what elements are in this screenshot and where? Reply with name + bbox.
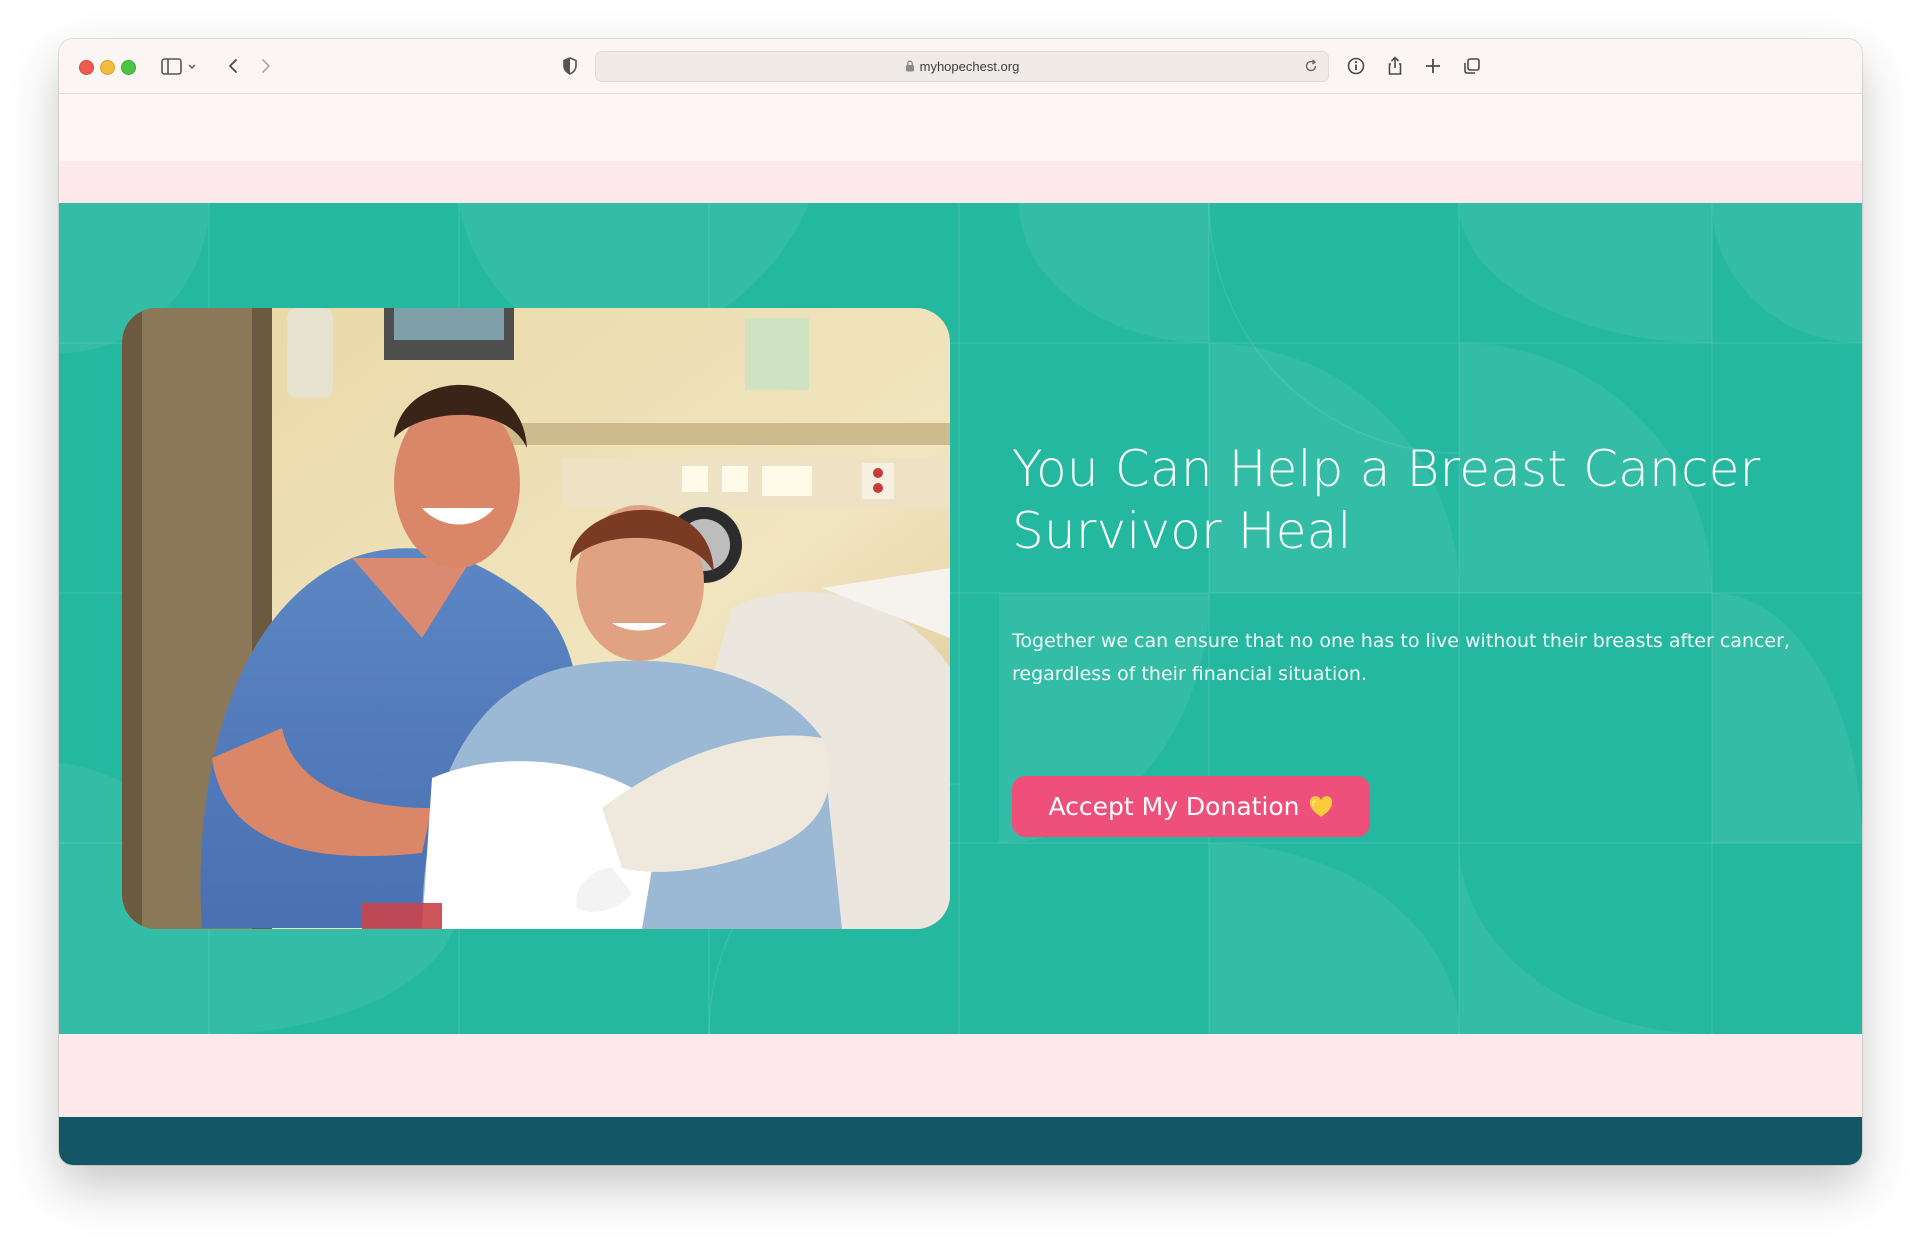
browser-window: myhopechest.org You Can Help a Breast Ca… (59, 39, 1862, 1165)
accept-donation-button[interactable]: Accept My Donation (1012, 776, 1370, 837)
browser-toolbar: myhopechest.org (59, 39, 1862, 94)
hero-photo (122, 308, 950, 929)
zoom-window-button[interactable] (121, 60, 136, 75)
header-area (59, 94, 1862, 161)
accept-donation-label: Accept My Donation (1048, 792, 1300, 821)
lock-icon (905, 60, 914, 72)
close-window-button[interactable] (79, 60, 94, 75)
chevron-right-icon[interactable] (253, 53, 279, 79)
info-icon[interactable] (1343, 53, 1369, 79)
tabs-icon[interactable] (1459, 53, 1485, 79)
plus-icon[interactable] (1420, 53, 1446, 79)
hero-description: Together we can ensure that no one has t… (1012, 630, 1790, 685)
footer-bar (59, 1117, 1862, 1165)
shield-icon[interactable] (557, 53, 583, 79)
reload-icon[interactable] (1302, 57, 1320, 75)
hospital-photo-illustration (122, 308, 950, 929)
hero-headline: You Can Help a Breast Cancer Survivor He… (1012, 440, 1761, 560)
share-icon[interactable] (1382, 53, 1408, 79)
address-text: myhopechest.org (596, 59, 1328, 74)
address-bar[interactable]: myhopechest.org (595, 51, 1329, 82)
sidebar-icon[interactable] (158, 53, 198, 79)
url-label: myhopechest.org (919, 59, 1020, 74)
pink-section-band (59, 1034, 1862, 1117)
minimize-window-button[interactable] (100, 60, 115, 75)
pink-divider-band (59, 161, 1862, 203)
hero-section: You Can Help a Breast Cancer Survivor He… (59, 203, 1862, 1034)
chevron-left-icon[interactable] (221, 53, 247, 79)
yellow-heart-icon (1309, 795, 1332, 817)
